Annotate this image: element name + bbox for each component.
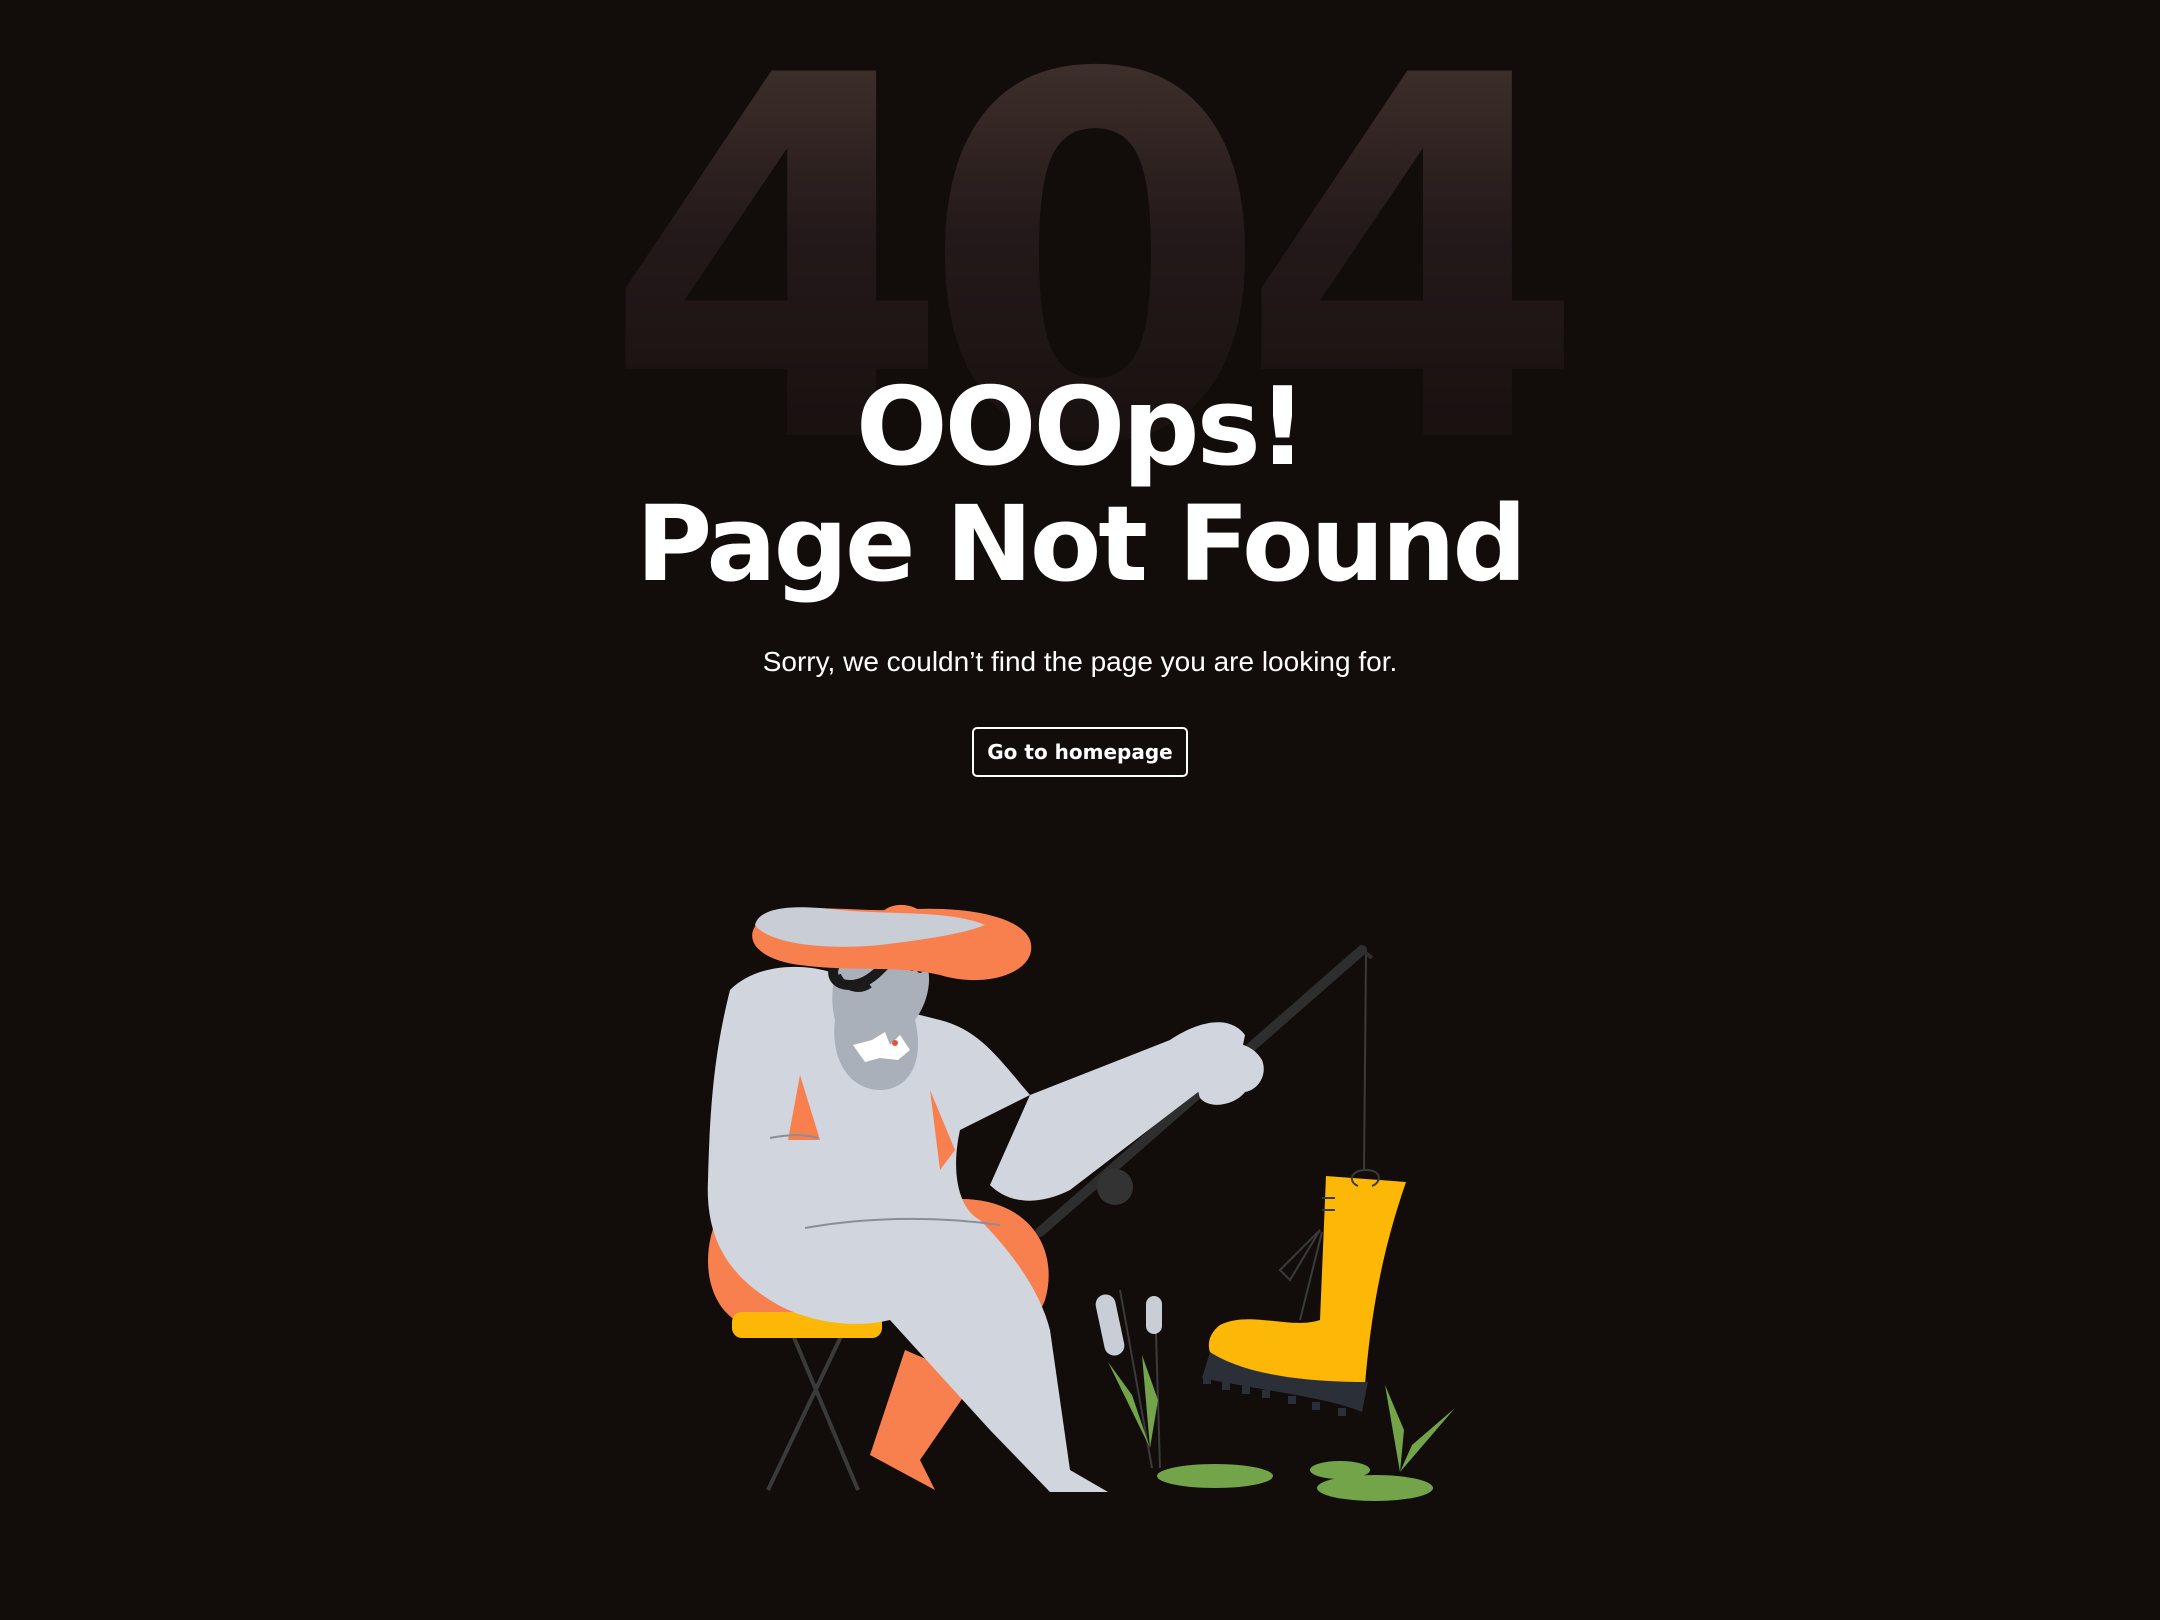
pond: [1157, 1461, 1433, 1501]
cattails: [1095, 1289, 1162, 1469]
go-to-homepage-button[interactable]: Go to homepage: [972, 727, 1188, 777]
grass: [1108, 1355, 1455, 1472]
fisherman-body: [707, 966, 1264, 1492]
yellow-boot: [1202, 1169, 1406, 1416]
fishing-rod: [1035, 945, 1374, 1237]
headline-ooops: OOOps!: [855, 365, 1307, 490]
shirt-stripe: [788, 1075, 820, 1140]
orange-leg: [870, 1198, 1049, 1490]
page-title: Page Not Found: [635, 483, 1527, 605]
stool-legs: [766, 1327, 860, 1491]
chair: [708, 1212, 882, 1338]
shirt-detail: [930, 1090, 955, 1170]
hat: [752, 904, 1032, 981]
fisherman-head: [828, 937, 930, 1090]
error-message: Sorry, we couldn’t find the page you are…: [762, 646, 1398, 677]
